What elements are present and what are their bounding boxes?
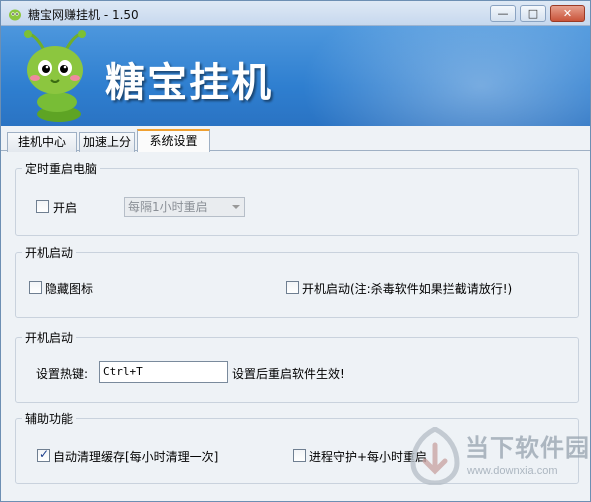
restart-interval-value: 每隔1小时重启 (128, 200, 208, 214)
autostart-checkbox[interactable] (286, 281, 299, 294)
watermark-url: www.downxia.com (467, 465, 558, 477)
hide-icon-label[interactable]: 隐藏图标 (45, 280, 93, 297)
caterpillar-mascot-icon (24, 30, 86, 122)
chevron-down-icon (232, 205, 240, 209)
startup-group: 开机启动 隐藏图标 开机启动(注:杀毒软件如果拦截请放行!) (15, 244, 579, 318)
hotkey-label: 设置热键: (36, 367, 89, 381)
banner-glow (301, 26, 590, 126)
app-icon (9, 9, 21, 21)
hotkey-input[interactable]: Ctrl+T (99, 361, 228, 383)
group-title: 辅助功能 (22, 410, 77, 427)
tab-hang-center[interactable]: 挂机中心 (7, 132, 77, 152)
auto-clean-checkbox[interactable] (37, 447, 50, 462)
app-window: 糖宝网赚挂机 - 1.50 — □ ✕ 糖宝挂机 挂机中心 加速上分 系统设置 (0, 0, 591, 502)
enable-restart-checkbox[interactable] (36, 200, 49, 213)
watermark: 当下软件园 www.downxia.com (409, 423, 589, 493)
tab-bar: 挂机中心 加速上分 系统设置 (1, 126, 590, 152)
auto-clean-label[interactable]: 自动清理缓存[每小时清理一次] (53, 448, 218, 465)
tab-speed-up[interactable]: 加速上分 (79, 132, 135, 152)
brand-title: 糖宝挂机 (105, 60, 273, 106)
title-bar[interactable]: 糖宝网赚挂机 - 1.50 — □ ✕ (1, 1, 590, 26)
maximize-button[interactable]: □ (520, 5, 546, 22)
group-title: 定时重启电脑 (22, 160, 101, 177)
downxia-logo-icon (410, 427, 460, 485)
restart-group: 定时重启电脑 开启 每隔1小时重启 (15, 160, 579, 236)
watermark-text: 当下软件园 (465, 434, 590, 462)
minimize-button[interactable]: — (490, 5, 516, 22)
autostart-label[interactable]: 开机启动(注:杀毒软件如果拦截请放行!) (302, 280, 512, 297)
hide-icon-checkbox[interactable] (29, 281, 42, 294)
hotkey-note: 设置后重启软件生效! (232, 367, 345, 381)
close-button[interactable]: ✕ (550, 5, 585, 22)
window-title: 糖宝网赚挂机 - 1.50 (28, 8, 139, 22)
restart-interval-select: 每隔1小时重启 (124, 197, 245, 217)
hotkey-group: 开机启动 设置热键: Ctrl+T 设置后重启软件生效! (15, 329, 579, 403)
tab-system-settings[interactable]: 系统设置 (137, 129, 210, 152)
process-guard-checkbox[interactable] (293, 449, 306, 462)
group-title: 开机启动 (22, 329, 77, 346)
header-banner: 糖宝挂机 (1, 26, 590, 126)
group-title: 开机启动 (22, 244, 77, 261)
enable-restart-label[interactable]: 开启 (53, 199, 77, 216)
